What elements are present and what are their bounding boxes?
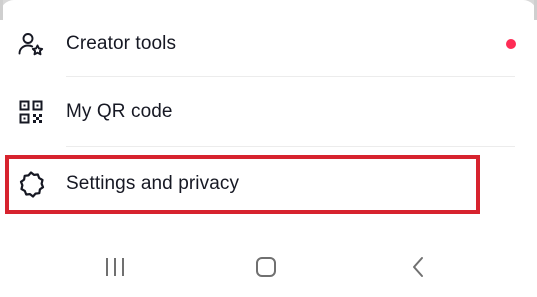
menu-item-label: Creator tools [66, 33, 177, 54]
bottom-sheet: Creator tools My QR code Settings and pr… [0, 0, 537, 297]
highlight-box [5, 155, 480, 214]
menu-item-label: My QR code [66, 101, 173, 122]
home-button[interactable] [246, 254, 286, 284]
person-star-icon [17, 30, 45, 58]
divider [66, 146, 515, 147]
recent-apps-icon [104, 257, 126, 282]
divider [66, 76, 515, 77]
notification-badge [506, 39, 516, 49]
back-icon [410, 256, 426, 283]
back-button[interactable] [398, 254, 438, 284]
menu-item-creator-tools[interactable]: Creator tools [0, 10, 537, 78]
home-icon [255, 256, 277, 283]
system-navigation-bar [0, 240, 537, 297]
recent-apps-button[interactable] [95, 254, 135, 284]
menu-item-my-qr-code[interactable]: My QR code [0, 78, 537, 146]
qr-code-icon [17, 98, 45, 126]
